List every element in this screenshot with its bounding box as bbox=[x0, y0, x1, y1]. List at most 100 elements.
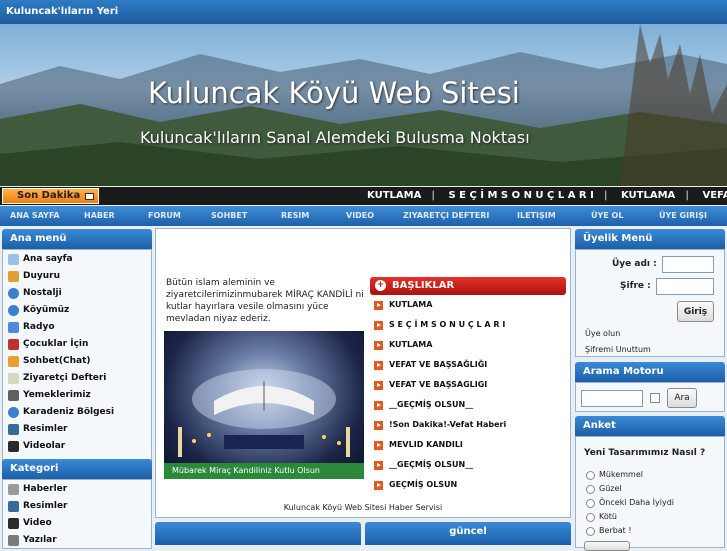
nav-forum[interactable]: FORUM bbox=[148, 211, 181, 220]
nav-photos[interactable]: RESIM bbox=[281, 211, 309, 220]
search-checkbox[interactable] bbox=[650, 393, 660, 403]
ticker-item[interactable]: KUTLAMA bbox=[621, 190, 675, 201]
list-icon bbox=[8, 390, 19, 401]
nav-news[interactable]: HABER bbox=[84, 211, 115, 220]
ticker-item[interactable]: VEFAT V bbox=[702, 190, 727, 201]
nav-login[interactable]: ÜYE GIRIŞI bbox=[659, 211, 707, 220]
ticker-item[interactable]: KUTLAMA bbox=[367, 190, 421, 201]
password-field[interactable] bbox=[656, 278, 714, 295]
menu-item-village[interactable]: Köyümüz bbox=[3, 302, 151, 319]
headline-item[interactable]: KUTLAMA bbox=[370, 335, 566, 355]
ticker-item[interactable]: S E Ç İ M S O N U Ç L A R I bbox=[448, 190, 593, 201]
login-title: Üyelik Menü bbox=[575, 229, 725, 249]
nav-home[interactable]: ANA SAYFA bbox=[10, 211, 60, 220]
globe-icon bbox=[8, 305, 19, 316]
search-input[interactable] bbox=[581, 390, 643, 407]
poll-option-radio[interactable] bbox=[586, 527, 595, 536]
poll-panel: Anket Yeni Tasarımımız Nasıl ? Mükemmel … bbox=[575, 416, 725, 551]
headline-item[interactable]: !Son Dakika!-Vefat Haberi bbox=[370, 415, 566, 435]
poll-option-radio[interactable] bbox=[586, 471, 595, 480]
news-ticker: Son Dakika KUTLAMA | S E Ç İ M S O N U Ç … bbox=[0, 187, 727, 205]
menu-item-chat[interactable]: Sohbet(Chat) bbox=[3, 353, 151, 370]
nav-chat[interactable]: SOHBET bbox=[211, 211, 247, 220]
news-panel: Bütün islam aleminin ve ziyaretcilerimiz… bbox=[155, 228, 571, 518]
headline-item[interactable]: __GEÇMİŞ OLSUN__ bbox=[370, 455, 566, 475]
search-button[interactable]: Ara bbox=[667, 388, 697, 408]
headline-item[interactable]: GEÇMİŞ OLSUN bbox=[370, 475, 566, 495]
arrow-right-icon bbox=[374, 481, 383, 490]
username-label: Üye adı : bbox=[612, 259, 657, 269]
arrow-right-icon bbox=[374, 301, 383, 310]
headline-item[interactable]: S E Ç İ M S O N U Ç L A R I bbox=[370, 315, 566, 335]
headline-item[interactable]: VEFAT VE BAŞSAGLIGI bbox=[370, 375, 566, 395]
banner-subtitle: Kuluncak'lıların Sanal Alemdeki Bulusma … bbox=[140, 128, 530, 147]
bottom-left-header bbox=[155, 522, 361, 545]
forgot-password-link[interactable]: Şifremi Unuttum bbox=[585, 345, 651, 354]
poll-option-label: Mükemmel bbox=[599, 470, 643, 479]
arrow-right-icon bbox=[374, 321, 383, 330]
smiley-icon bbox=[8, 356, 19, 367]
current-title: güncel bbox=[365, 522, 571, 545]
search-panel: Arama Motoru Ara bbox=[575, 362, 725, 412]
poll-option-label: Önceki Daha İyiydi bbox=[599, 498, 675, 507]
arrow-right-icon bbox=[374, 461, 383, 470]
headline-item[interactable]: VEFAT VE BAŞSAĞLIĞI bbox=[370, 355, 566, 375]
menu-item-kids[interactable]: Çocuklar İçin bbox=[3, 336, 151, 353]
main-menu: Ana menü Ana sayfa Duyuru Nostalji Köyüm… bbox=[2, 229, 152, 474]
speaker-icon bbox=[8, 271, 19, 282]
menu-item-announcement[interactable]: Duyuru bbox=[3, 268, 151, 285]
nav-register[interactable]: ÜYE OL bbox=[591, 211, 623, 220]
document-icon bbox=[8, 535, 19, 546]
headline-item[interactable]: __GEÇMİŞ OLSUN__ bbox=[370, 395, 566, 415]
menu-item-videos[interactable]: Videolar bbox=[3, 438, 151, 455]
menu-item-radio[interactable]: Radyo bbox=[3, 319, 151, 336]
login-panel: Üyelik Menü Üye adı : Şifre : Giriş Üye … bbox=[575, 229, 725, 357]
plus-circle-icon: + bbox=[375, 280, 386, 291]
category-item-articles[interactable]: Yazılar bbox=[3, 532, 151, 549]
clapper-icon bbox=[8, 441, 19, 452]
menu-item-pictures[interactable]: Resimler bbox=[3, 421, 151, 438]
arrow-right-icon bbox=[374, 381, 383, 390]
username-field[interactable] bbox=[662, 256, 714, 273]
vote-button[interactable] bbox=[584, 541, 630, 551]
poll-question: Yeni Tasarımımız Nasıl ? bbox=[584, 448, 706, 458]
category-item-news[interactable]: Haberler bbox=[3, 481, 151, 498]
search-title: Arama Motoru bbox=[575, 362, 725, 382]
music-icon bbox=[8, 322, 19, 333]
nav-video[interactable]: VIDEO bbox=[346, 211, 374, 220]
category-item-video[interactable]: Video bbox=[3, 515, 151, 532]
arrow-right-icon bbox=[374, 441, 383, 450]
banner-title: Kuluncak Köyü Web Sitesi bbox=[148, 76, 520, 110]
home-icon bbox=[8, 254, 19, 265]
menu-item-home[interactable]: Ana sayfa bbox=[3, 251, 151, 268]
category-item-pictures[interactable]: Resimler bbox=[3, 498, 151, 515]
main-menu-title: Ana menü bbox=[2, 229, 152, 249]
menu-item-guestbook[interactable]: Ziyaretçi Defteri bbox=[3, 370, 151, 387]
breaking-news-text: Son Dakika bbox=[17, 190, 81, 201]
quran-lanterns-illustration bbox=[178, 369, 350, 457]
bottom-left-panel bbox=[155, 522, 361, 545]
headline-item[interactable]: KUTLAMA bbox=[370, 295, 566, 315]
menu-item-nostalgia[interactable]: Nostalji bbox=[3, 285, 151, 302]
newspaper-icon bbox=[8, 484, 19, 495]
login-button[interactable]: Giriş bbox=[677, 301, 714, 322]
poll-title: Anket bbox=[575, 416, 725, 436]
register-link[interactable]: Üye olun bbox=[585, 329, 620, 338]
nav-contact[interactable]: ILETIŞIM bbox=[517, 211, 556, 220]
headlines-header: + BAŞLIKLAR bbox=[370, 277, 566, 295]
nav-guestbook[interactable]: ZIYARETÇI DEFTERI bbox=[403, 211, 489, 220]
current-panel: güncel bbox=[365, 522, 571, 545]
headline-item[interactable]: MEVLID KANDILI bbox=[370, 435, 566, 455]
arrow-right-icon bbox=[374, 341, 383, 350]
poll-option-radio[interactable] bbox=[586, 513, 595, 522]
kandil-image: Mübarek Miraç Kandiliniz Kutlu Olsun bbox=[164, 331, 364, 479]
arrow-right-icon bbox=[374, 421, 383, 430]
poll-option-radio[interactable] bbox=[586, 499, 595, 508]
news-service-label: Kuluncak Köyü Web Sitesi Haber Servisi bbox=[283, 503, 443, 512]
poll-option-radio[interactable] bbox=[586, 485, 595, 494]
poll-option-label: Güzel bbox=[599, 484, 622, 493]
menu-item-blacksea[interactable]: Karadeniz Bölgesi bbox=[3, 404, 151, 421]
film-icon bbox=[8, 424, 19, 435]
menu-item-recipes[interactable]: Yemeklerimiz bbox=[3, 387, 151, 404]
poll-option-label: Berbat ! bbox=[599, 526, 632, 535]
